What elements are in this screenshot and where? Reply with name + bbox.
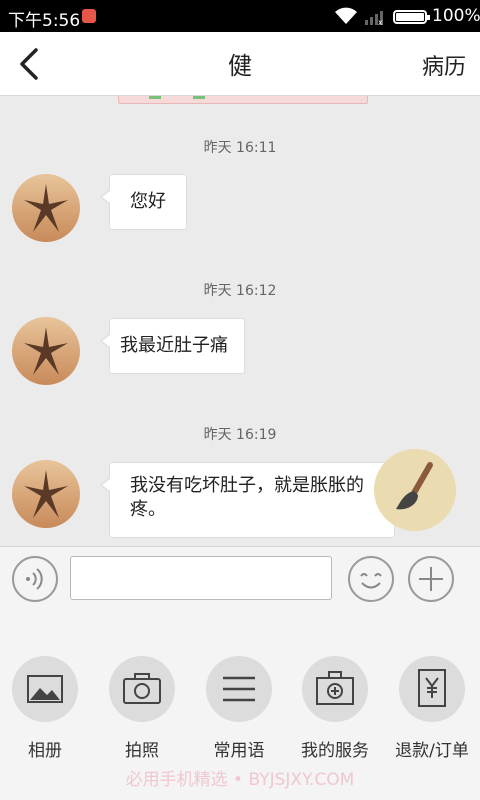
- message-input[interactable]: [70, 556, 332, 600]
- starfish-avatar-icon: [12, 174, 80, 242]
- tools-panel: 相册 拍照 常用语 我的服务 退款/订单 必用手机精选 • BYJSJXY.CO…: [0, 608, 480, 800]
- smiley-icon: [360, 573, 382, 589]
- yen-receipt-icon: [399, 656, 465, 722]
- tool-label: 相册: [28, 741, 62, 761]
- tool-label: 常用语: [213, 741, 265, 761]
- avatar[interactable]: [12, 317, 80, 385]
- chat-area[interactable]: 昨天 16:11 您好 昨天 16:12 我最近肚子痛 昨天 16:19 我没有…: [0, 96, 480, 546]
- pinned-card[interactable]: [118, 96, 368, 104]
- starfish-avatar-icon: [12, 460, 80, 528]
- tool-label: 拍照: [125, 741, 159, 761]
- emoji-button[interactable]: [348, 556, 394, 602]
- input-bar: [0, 546, 480, 608]
- signal-icon: x: [364, 8, 386, 31]
- tool-label: 我的服务: [301, 741, 369, 761]
- camera-icon: [109, 656, 175, 722]
- message-timestamp: 昨天 16:11: [203, 140, 277, 156]
- tool-label: 退款/订单: [395, 741, 469, 761]
- battery-icon: [393, 10, 430, 24]
- header: 健 病历: [0, 32, 480, 96]
- wifi-icon: [334, 7, 358, 30]
- status-time: 下午5:56: [8, 11, 81, 31]
- medical-kit-icon: [302, 656, 368, 722]
- battery-percent: 100%: [432, 6, 480, 26]
- medical-record-button[interactable]: 病历: [422, 49, 466, 81]
- more-button[interactable]: [408, 556, 454, 602]
- voice-button[interactable]: [12, 556, 58, 602]
- watermark: 必用手机精选 • BYJSJXY.COM: [125, 770, 355, 790]
- avatar[interactable]: [12, 174, 80, 242]
- page-title: 健: [228, 52, 252, 80]
- handwriting-button[interactable]: [374, 449, 456, 531]
- voice-icon: [26, 568, 43, 590]
- brush-icon: [396, 462, 433, 510]
- plus-icon: [419, 567, 443, 591]
- message-bubble[interactable]: 我没有吃坏肚子，就是胀胀的疼。: [100, 462, 395, 538]
- avatar[interactable]: [12, 460, 80, 528]
- message-bubble[interactable]: 您好: [100, 174, 187, 230]
- starfish-avatar-icon: [12, 317, 80, 385]
- svg-text:x: x: [378, 18, 383, 26]
- album-icon: [12, 656, 78, 722]
- status-bar: 下午5:56 x 100%: [0, 0, 480, 32]
- message-timestamp: 昨天 16:12: [203, 283, 277, 299]
- menu-lines-icon: [206, 656, 272, 722]
- message-timestamp: 昨天 16:19: [203, 427, 277, 443]
- notification-icon: [82, 9, 96, 23]
- message-bubble[interactable]: 我最近肚子痛: [100, 318, 245, 374]
